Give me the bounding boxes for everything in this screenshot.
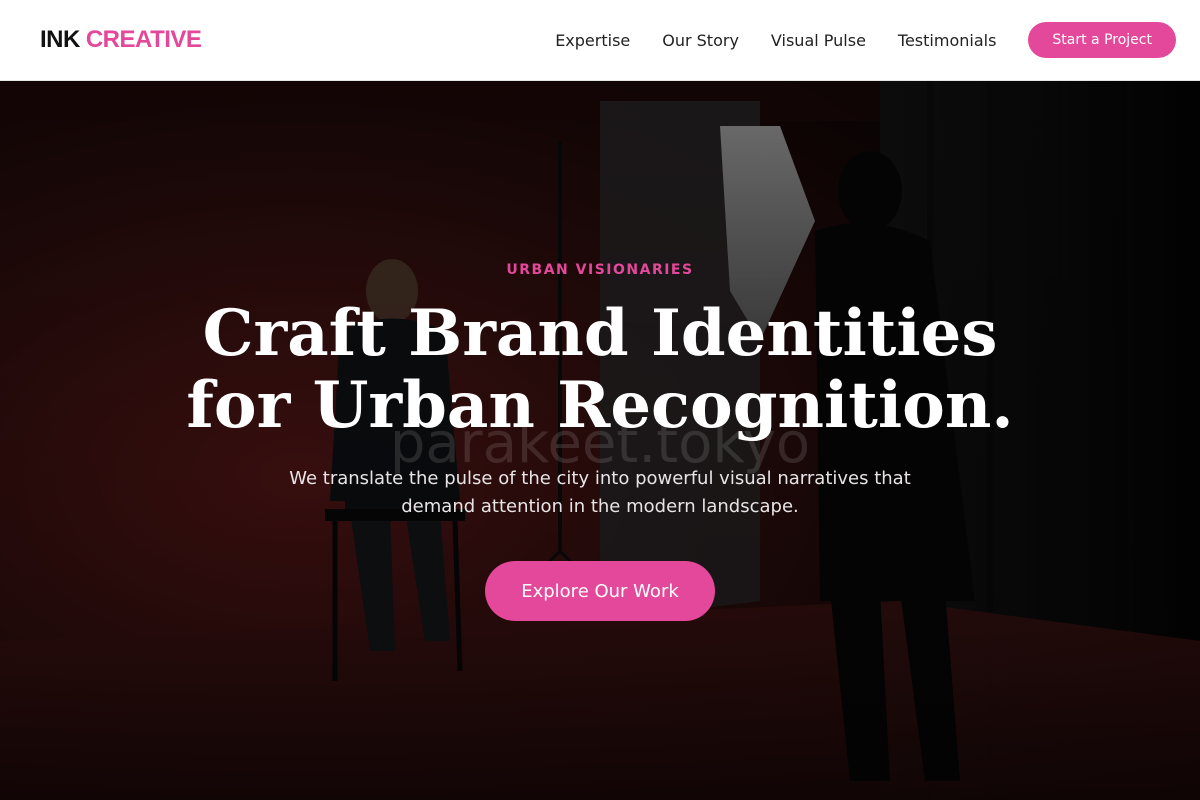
nav-link-visual-pulse[interactable]: Visual Pulse <box>771 31 866 50</box>
hero-headline-line1: Craft Brand Identities <box>202 296 998 371</box>
brand-name-main: INK <box>40 26 80 53</box>
nav-link-expertise[interactable]: Expertise <box>555 31 630 50</box>
brand-logo[interactable]: INK CREATIVE <box>40 26 202 54</box>
hero-headline: Craft Brand Identities for Urban Recogni… <box>100 298 1100 442</box>
hero-content: parakeet.tokyo URBAN VISIONARIES Craft B… <box>0 81 1200 800</box>
nav-link-testimonials[interactable]: Testimonials <box>898 31 997 50</box>
hero-section: parakeet.tokyo URBAN VISIONARIES Craft B… <box>0 81 1200 800</box>
hero-eyebrow: URBAN VISIONARIES <box>506 262 694 278</box>
explore-work-button[interactable]: Explore Our Work <box>485 561 715 621</box>
main-nav: Expertise Our Story Visual Pulse Testimo… <box>555 22 1176 58</box>
brand-name-accent: CREATIVE <box>85 26 202 53</box>
hero-subtext: We translate the pulse of the city into … <box>289 468 911 517</box>
hero-headline-line2: for Urban Recognition. <box>186 368 1014 443</box>
nav-link-our-story[interactable]: Our Story <box>662 31 739 50</box>
start-project-button[interactable]: Start a Project <box>1028 22 1176 58</box>
site-header: INK CREATIVE Expertise Our Story Visual … <box>0 0 1200 81</box>
